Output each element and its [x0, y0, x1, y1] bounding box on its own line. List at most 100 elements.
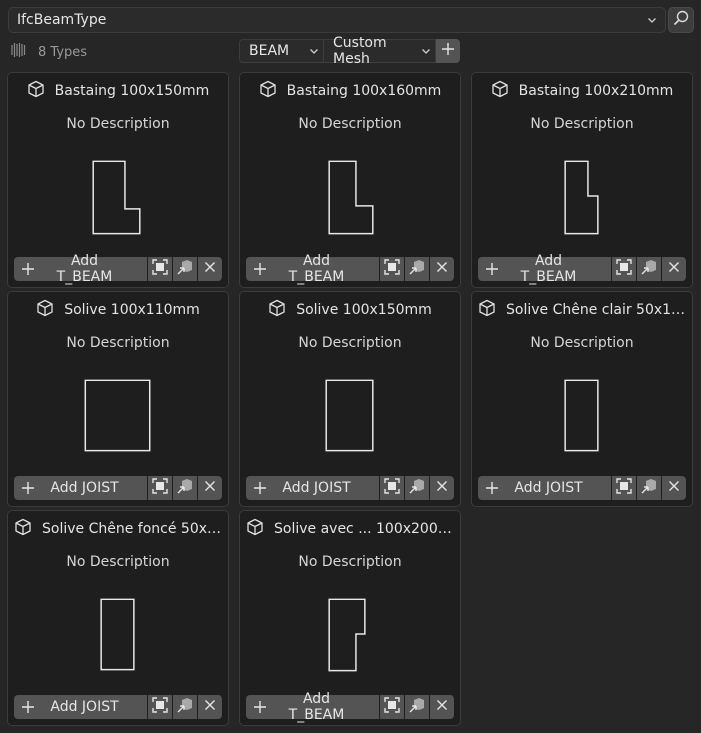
- select-similar-button[interactable]: [148, 695, 172, 719]
- type-actions: Add JOIST: [478, 476, 686, 500]
- select-similar-button[interactable]: [612, 257, 636, 281]
- type-actions: Add T_BEAM: [14, 253, 222, 285]
- plus-icon: [14, 262, 42, 276]
- barcode-icon: [10, 42, 28, 62]
- type-actions: Add T_BEAM: [478, 253, 686, 285]
- type-card: Solive avec ... 100x200mm No Description…: [239, 510, 461, 726]
- select-similar-button[interactable]: [612, 476, 636, 500]
- type-card-header: Bastaing 100x150mm: [8, 80, 228, 102]
- type-name: Solive Chêne foncé 50x11...: [42, 521, 222, 537]
- plus-icon: [478, 481, 506, 495]
- remove-type-button[interactable]: [198, 476, 222, 500]
- add-occurrence-label: Add JOIST: [514, 480, 583, 496]
- duplicate-type-button[interactable]: [405, 695, 429, 719]
- profile-preview: [240, 151, 460, 241]
- remove-type-button[interactable]: [430, 695, 454, 719]
- duplicate-type-button[interactable]: [637, 257, 661, 281]
- close-icon: [436, 261, 448, 277]
- type-card-header: Solive 100x110mm: [8, 299, 228, 321]
- chevron-down-icon: [647, 15, 657, 25]
- type-name: Solive 100x110mm: [64, 302, 200, 318]
- cube-icon: [27, 80, 45, 102]
- type-card-header: Solive 100x150mm: [240, 299, 460, 320]
- duplicate-type-button[interactable]: [637, 476, 661, 500]
- select-similar-button[interactable]: [148, 476, 172, 500]
- type-description: No Description: [530, 335, 634, 351]
- type-description: No Description: [298, 554, 402, 570]
- add-occurrence-button[interactable]: Add JOIST: [14, 695, 147, 719]
- type-name: Bastaing 100x150mm: [54, 83, 210, 99]
- ifc-class-dropdown[interactable]: IfcBeamType: [8, 7, 666, 33]
- type-card-header: Solive avec ... 100x200mm: [240, 518, 460, 540]
- plus-icon: [246, 481, 274, 495]
- type-card: Solive Chêne clair 50x110... No Descript…: [471, 291, 693, 507]
- select-frame-icon: [383, 477, 401, 499]
- add-occurrence-button[interactable]: Add T_BEAM: [246, 253, 379, 285]
- duplicate-type-button[interactable]: [405, 257, 429, 281]
- cube-icon: [36, 299, 54, 321]
- duplicate-type-button[interactable]: [405, 476, 429, 500]
- profile-preview: [240, 370, 460, 460]
- close-icon: [204, 261, 216, 277]
- duplicate-type-button[interactable]: [173, 695, 197, 719]
- plus-icon: [14, 481, 42, 495]
- chevron-down-icon: [309, 46, 319, 56]
- type-name: Solive 100x150mm: [296, 302, 432, 318]
- remove-type-button[interactable]: [430, 476, 454, 500]
- type-card-header: Bastaing 100x210mm: [472, 80, 692, 102]
- select-frame-icon: [151, 477, 169, 499]
- type-card-header: Solive Chêne foncé 50x11...: [8, 518, 228, 539]
- cube-icon: [246, 518, 264, 540]
- duplicate-icon: [640, 477, 658, 499]
- type-actions: Add T_BEAM: [246, 691, 454, 723]
- select-similar-button[interactable]: [380, 257, 404, 281]
- type-name: Solive Chêne clair 50x110...: [506, 302, 686, 318]
- predefined-type-label: BEAM: [249, 43, 290, 59]
- plus-icon: [478, 262, 506, 276]
- add-type-button[interactable]: [436, 39, 460, 63]
- add-occurrence-label: Add JOIST: [282, 480, 351, 496]
- add-occurrence-button[interactable]: Add JOIST: [478, 476, 611, 500]
- remove-type-button[interactable]: [198, 695, 222, 719]
- select-frame-icon: [151, 696, 169, 718]
- type-card: Bastaing 100x150mm No Description Add T_…: [7, 72, 229, 288]
- remove-type-button[interactable]: [662, 476, 686, 500]
- profile-preview: [472, 370, 692, 460]
- type-card-header: Solive Chêne clair 50x110...: [472, 299, 692, 320]
- select-similar-button[interactable]: [380, 695, 404, 719]
- select-frame-icon: [383, 696, 401, 718]
- add-occurrence-button[interactable]: Add JOIST: [14, 476, 147, 500]
- duplicate-type-button[interactable]: [173, 257, 197, 281]
- plus-icon: [14, 700, 42, 714]
- type-card: Solive 100x150mm No Description Add JOIS…: [239, 291, 461, 507]
- select-frame-icon: [615, 258, 633, 280]
- search-button[interactable]: [668, 7, 694, 33]
- predefined-type-dropdown[interactable]: BEAM: [239, 39, 324, 63]
- close-icon: [668, 261, 680, 277]
- add-occurrence-button[interactable]: Add T_BEAM: [478, 253, 611, 285]
- add-occurrence-button[interactable]: Add T_BEAM: [14, 253, 147, 285]
- duplicate-type-button[interactable]: [173, 476, 197, 500]
- plus-icon: [246, 262, 274, 276]
- cube-icon: [491, 80, 509, 102]
- remove-type-button[interactable]: [662, 257, 686, 281]
- select-frame-icon: [383, 258, 401, 280]
- add-occurrence-button[interactable]: Add T_BEAM: [246, 691, 379, 723]
- add-occurrence-label: Add T_BEAM: [56, 253, 113, 285]
- type-grid: Bastaing 100x150mm No Description Add T_…: [7, 72, 694, 726]
- type-description: No Description: [66, 554, 170, 570]
- type-description: No Description: [298, 335, 402, 351]
- type-actions: Add JOIST: [14, 695, 222, 719]
- type-name: Bastaing 100x210mm: [518, 83, 674, 99]
- remove-type-button[interactable]: [430, 257, 454, 281]
- representation-dropdown[interactable]: Custom Mesh: [324, 35, 436, 67]
- remove-type-button[interactable]: [198, 257, 222, 281]
- select-similar-button[interactable]: [148, 257, 172, 281]
- add-occurrence-button[interactable]: Add JOIST: [246, 476, 379, 500]
- select-similar-button[interactable]: [380, 476, 404, 500]
- type-count-label: 8 Types: [38, 44, 88, 60]
- type-name: Solive avec ... 100x200mm: [274, 521, 454, 537]
- profile-preview: [8, 370, 228, 460]
- class-selector-bar: IfcBeamType: [8, 7, 694, 33]
- select-frame-icon: [151, 258, 169, 280]
